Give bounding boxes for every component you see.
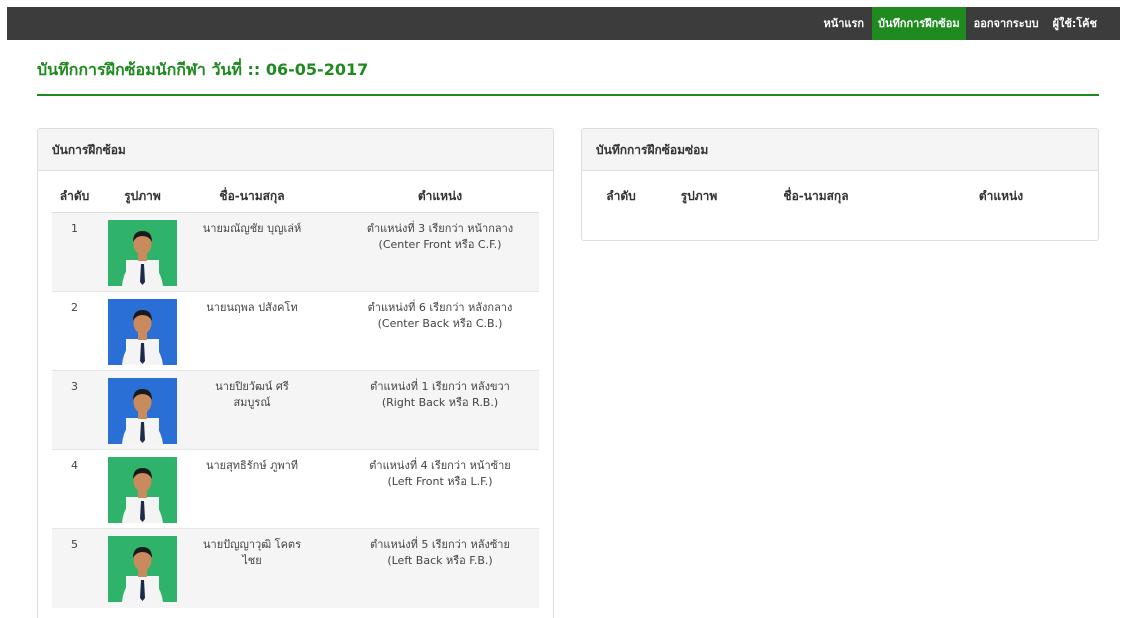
makeup-panel: บันทึกการฝึกซ้อมซ่อม ลำดับ รูปภาพ ชื่อ-น…	[581, 128, 1099, 241]
position-line2: (Left Back หรือ F.B.)	[387, 554, 493, 567]
player-position: ตำแหน่งที่ 4 เรียกว่า หน้าซ้าย (Left Fron…	[340, 458, 540, 490]
row-number: 3	[71, 380, 78, 393]
player-photo	[108, 299, 177, 365]
col-name: ชื่อ-นามสกุล	[783, 189, 849, 203]
player-photo-image	[108, 220, 177, 286]
training-table-header: ลำดับ รูปภาพ ชื่อ-นามสกุล ตำแหน่ง	[52, 171, 539, 213]
col-no: ลำดับ	[606, 189, 636, 203]
position-line1: ตำแหน่งที่ 4 เรียกว่า หน้าซ้าย	[369, 459, 511, 472]
player-name-line2: ไชย	[242, 554, 262, 567]
col-name: ชื่อ-นามสกุล	[219, 189, 285, 203]
position-line2: (Left Front หรือ L.F.)	[387, 475, 493, 488]
title-divider	[37, 94, 1099, 96]
col-no: ลำดับ	[59, 189, 90, 203]
col-photo: รูปภาพ	[124, 189, 161, 203]
position-line1: ตำแหน่งที่ 6 เรียกว่า หลังกลาง	[367, 301, 513, 314]
position-line1: ตำแหน่งที่ 5 เรียกว่า หลังซ้าย	[370, 538, 510, 551]
player-photo-image	[108, 299, 177, 365]
training-table: ลำดับ รูปภาพ ชื่อ-นามสกุล ตำแหน่ง 1 นายมณ…	[52, 171, 539, 608]
player-name: นายปิยวัฒน์ ศรีสมบูรณ์	[192, 379, 312, 411]
player-photo-image	[108, 457, 177, 523]
table-row: 4 นายสุทธิรักษ์ ภูพาที ตำแหน่งที่ 4 เรียกว…	[52, 450, 539, 529]
player-name: นายปัญญาวุฒิ โคตรไชย	[192, 537, 312, 569]
table-row: 5 นายปัญญาวุฒิ โคตรไชย ตำแหน่งที่ 5 เรียกว…	[52, 529, 539, 608]
top-navbar: หน้าแรก บันทึกการฝึกซ้อม ออกจากระบบ ผู้ใ…	[7, 7, 1120, 40]
player-photo	[108, 220, 177, 286]
main-nav: หน้าแรก บันทึกการฝึกซ้อม ออกจากระบบ ผู้ใ…	[815, 7, 1103, 40]
nav-user[interactable]: ผู้ใช้:โค้ช	[1047, 7, 1103, 40]
player-name-line1: นายปิยวัฒน์ ศรี	[215, 380, 289, 393]
row-number: 5	[71, 538, 78, 551]
col-position: ตำแหน่ง	[417, 189, 463, 203]
position-line2: (Right Back หรือ R.B.)	[381, 396, 499, 409]
page-title: บันทึกการฝึกซ้อมนักกีฬา วันที่ :: 06-05-…	[37, 60, 369, 79]
table-row: 1 นายมณัญชัย บุญเล่ห์ ตำแหน่งที่ 3 เรียกว่…	[52, 213, 539, 292]
player-name-line1: นายมณัญชัย บุญเล่ห์	[202, 222, 302, 235]
player-photo-image	[108, 536, 177, 602]
makeup-table-header: ลำดับ รูปภาพ ชื่อ-นามสกุล ตำแหน่ง	[596, 171, 1084, 213]
makeup-table: ลำดับ รูปภาพ ชื่อ-นามสกุล ตำแหน่ง	[596, 171, 1084, 213]
player-name-line1: นายสุทธิรักษ์ ภูพาที	[205, 459, 299, 472]
col-photo: รูปภาพ	[680, 189, 718, 203]
player-photo	[108, 378, 177, 444]
table-row: 3 นายปิยวัฒน์ ศรีสมบูรณ์ ตำแหน่งที่ 1 เรีย…	[52, 371, 539, 450]
row-number: 4	[71, 459, 78, 472]
player-photo-image	[108, 378, 177, 444]
player-position: ตำแหน่งที่ 5 เรียกว่า หลังซ้าย (Left Back…	[340, 537, 540, 569]
row-number: 1	[71, 222, 78, 235]
player-position: ตำแหน่งที่ 3 เรียกว่า หน้ากลาง (Center Fr…	[340, 221, 540, 253]
row-number: 2	[71, 301, 78, 314]
table-row: 2 นายนฤพล ปสังคโท ตำแหน่งที่ 6 เรียกว่า หล…	[52, 292, 539, 371]
position-line2: (Center Front หรือ C.F.)	[378, 238, 502, 251]
player-name: นายสุทธิรักษ์ ภูพาที	[192, 458, 312, 474]
nav-home[interactable]: หน้าแรก	[817, 7, 870, 40]
player-name-line2: สมบูรณ์	[233, 396, 271, 409]
player-position: ตำแหน่งที่ 1 เรียกว่า หลังขวา (Right Back…	[340, 379, 540, 411]
training-table-body: 1 นายมณัญชัย บุญเล่ห์ ตำแหน่งที่ 3 เรียกว่…	[52, 213, 539, 608]
player-name-line1: นายปัญญาวุฒิ โคตร	[203, 538, 301, 551]
player-name-line1: นายนฤพล ปสังคโท	[206, 301, 298, 314]
player-name: นายนฤพล ปสังคโท	[192, 300, 312, 316]
player-position: ตำแหน่งที่ 6 เรียกว่า หลังกลาง (Center Ba…	[340, 300, 540, 332]
training-panel: บันการฝึกซ้อม ลำดับ รูปภาพ ชื่อ-นามสกุล …	[37, 128, 554, 618]
position-line2: (Center Back หรือ C.B.)	[377, 317, 503, 330]
col-position: ตำแหน่ง	[978, 189, 1024, 203]
nav-training-log[interactable]: บันทึกการฝึกซ้อม	[872, 7, 966, 40]
player-name: นายมณัญชัย บุญเล่ห์	[192, 221, 312, 237]
makeup-panel-heading: บันทึกการฝึกซ้อมซ่อม	[582, 129, 1098, 171]
nav-logout[interactable]: ออกจากระบบ	[968, 7, 1045, 40]
player-photo	[108, 457, 177, 523]
training-panel-heading: บันการฝึกซ้อม	[38, 129, 553, 171]
position-line1: ตำแหน่งที่ 1 เรียกว่า หลังขวา	[370, 380, 510, 393]
player-photo	[108, 536, 177, 602]
position-line1: ตำแหน่งที่ 3 เรียกว่า หน้ากลาง	[366, 222, 514, 235]
